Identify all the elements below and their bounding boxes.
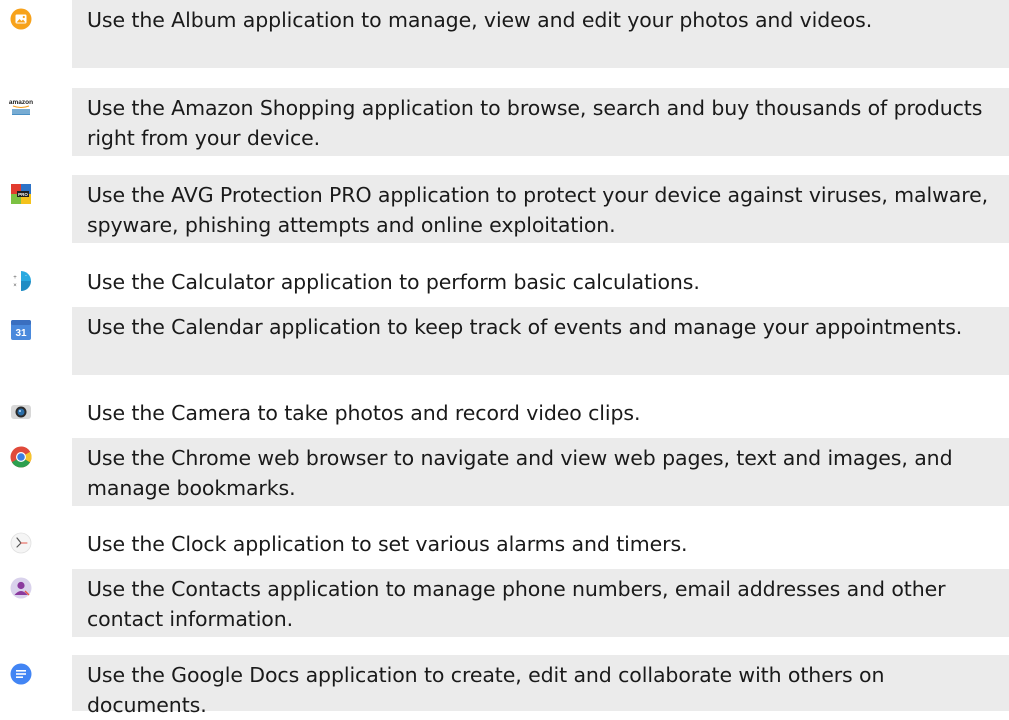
app-description: Use the Camera to take photos and record… <box>72 393 1009 433</box>
album-icon <box>8 6 34 32</box>
app-description: Use the AVG Protection PRO application t… <box>72 175 1009 243</box>
amazon-icon: amazon <box>8 94 34 120</box>
svg-text:+: + <box>13 275 17 281</box>
app-description: Use the Calculator application to perfor… <box>72 262 1009 302</box>
calendar-icon-label: 31 <box>15 328 27 339</box>
svg-text:PRO: PRO <box>18 192 28 197</box>
list-item-avg-protection: PRO Use the AVG Protection PRO applicati… <box>0 175 1009 243</box>
google-docs-icon <box>8 661 34 687</box>
app-description: Use the Album application to manage, vie… <box>72 0 1009 68</box>
app-description: Use the Contacts application to manage p… <box>72 569 1009 637</box>
svg-text:×: × <box>13 283 17 289</box>
list-item-camera: Use the Camera to take photos and record… <box>0 393 1009 433</box>
list-item-chrome: Use the Chrome web browser to navigate a… <box>0 438 1009 506</box>
list-item-album: Use the Album application to manage, vie… <box>0 0 1009 68</box>
contacts-icon <box>8 575 34 601</box>
app-description: Use the Calendar application to keep tra… <box>72 307 1009 375</box>
list-item-calendar: 31 Use the Calendar application to keep … <box>0 307 1009 375</box>
calendar-icon: 31 <box>8 317 34 343</box>
calculator-icon: + × - <box>8 268 34 294</box>
app-description: Use the Amazon Shopping application to b… <box>72 88 1009 156</box>
app-description: Use the Chrome web browser to navigate a… <box>72 438 1009 506</box>
list-item-google-docs: Use the Google Docs application to creat… <box>0 655 1009 717</box>
list-item-clock: Use the Clock application to set various… <box>0 524 1009 564</box>
list-item-amazon: amazon Use the Amazon Shopping applicati… <box>0 88 1009 156</box>
chrome-icon <box>8 444 34 470</box>
list-item-contacts: Use the Contacts application to manage p… <box>0 569 1009 637</box>
app-description: Use the Clock application to set various… <box>72 524 1009 564</box>
app-description: Use the Google Docs application to creat… <box>72 655 1009 717</box>
avg-protection-icon: PRO <box>8 181 34 207</box>
svg-text:amazon: amazon <box>9 99 33 106</box>
clock-icon <box>8 530 34 556</box>
list-item-calculator: + × - Use the Calculator application to … <box>0 262 1009 302</box>
app-list: Use the Album application to manage, vie… <box>0 0 1009 717</box>
camera-icon <box>8 399 34 425</box>
